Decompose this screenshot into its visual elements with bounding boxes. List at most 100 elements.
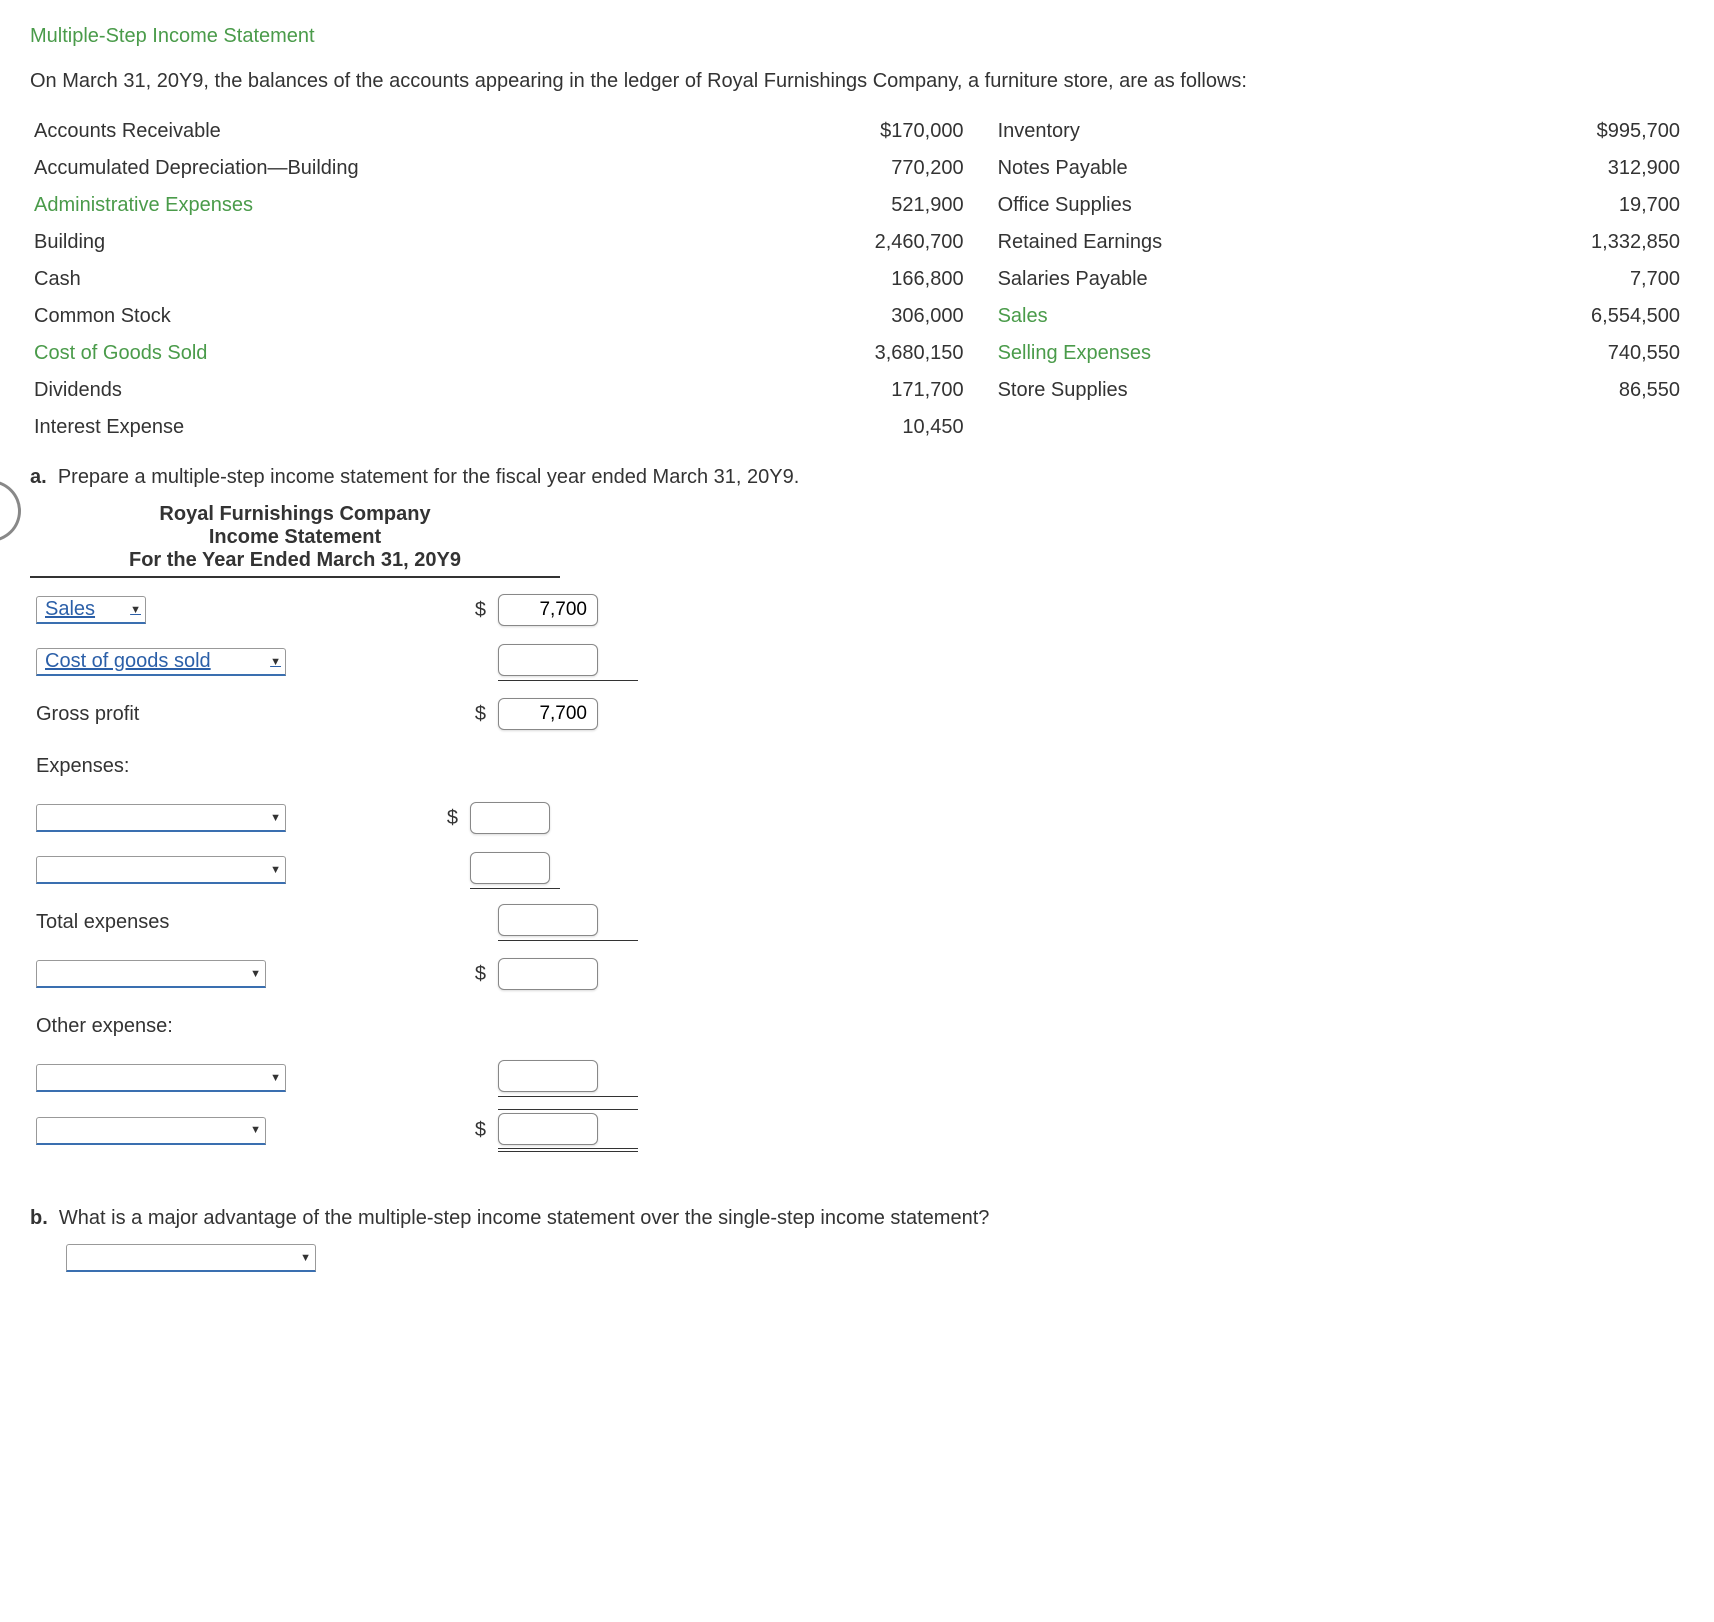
sales-value-input[interactable] [498, 594, 598, 626]
ledger-value: 312,900 [1472, 150, 1684, 187]
partial-circle-shape [0, 480, 21, 542]
total-expenses-label: Total expenses [30, 896, 362, 948]
expense2-value-input[interactable] [470, 852, 550, 884]
ledger-row: Cash166,800Salaries Payable7,700 [30, 261, 1684, 298]
chevron-down-icon: ▼ [244, 968, 261, 980]
ledger-label: Selling Expenses [994, 335, 1472, 372]
chevron-down-icon: ▼ [124, 604, 141, 616]
ledger-label: Accumulated Depreciation—Building [30, 150, 748, 187]
chevron-down-icon: ▼ [264, 812, 281, 824]
ledger-value: 166,800 [748, 261, 993, 298]
ledger-label: Building [30, 224, 748, 261]
ledger-value: 1,332,850 [1472, 224, 1684, 261]
ledger-label: Office Supplies [994, 187, 1472, 224]
ledger-value: 521,900 [748, 187, 993, 224]
row-other-expense-header: Other expense: [30, 1000, 644, 1052]
expenses-label: Expenses: [30, 740, 362, 792]
ledger-table: Accounts Receivable$170,000Inventory$995… [30, 113, 1684, 446]
ledger-row: Building2,460,700Retained Earnings1,332,… [30, 224, 1684, 261]
ledger-row: Accounts Receivable$170,000Inventory$995… [30, 113, 1684, 150]
ledger-value: 770,200 [748, 150, 993, 187]
gross-profit-input[interactable] [498, 698, 598, 730]
ledger-label: Cost of Goods Sold [30, 335, 748, 372]
ledger-value: $995,700 [1472, 113, 1684, 150]
row-final: ▼ $ [30, 1104, 644, 1157]
final-input[interactable] [498, 1113, 598, 1145]
ledger-label: Interest Expense [30, 409, 748, 446]
chevron-down-icon: ▼ [264, 864, 281, 876]
ledger-row: Interest Expense10,450 [30, 409, 1684, 446]
other-expense-dropdown[interactable]: ▼ [36, 1064, 286, 1092]
ledger-label: Notes Payable [994, 150, 1472, 187]
income-statement-form: Sales ▼ $ Cost of goods sold ▼ Gross pro… [30, 584, 644, 1157]
ledger-label: Cash [30, 261, 748, 298]
statement-header: Royal Furnishings Company Income Stateme… [30, 503, 560, 578]
ledger-value: 19,700 [1472, 187, 1684, 224]
ledger-value: 7,700 [1472, 261, 1684, 298]
ledger-label [994, 409, 1472, 446]
sales-dropdown[interactable]: Sales ▼ [36, 596, 146, 624]
qb-marker: b. [30, 1207, 48, 1229]
question-b-dropdown[interactable]: ▼ [66, 1244, 316, 1272]
ledger-row: Common Stock306,000Sales6,554,500 [30, 298, 1684, 335]
expense2-dropdown[interactable]: ▼ [36, 856, 286, 884]
final-dropdown[interactable]: ▼ [36, 1117, 266, 1145]
row-sales: Sales ▼ $ [30, 584, 644, 636]
ledger-row: Dividends171,700Store Supplies86,550 [30, 372, 1684, 409]
ledger-value: $170,000 [748, 113, 993, 150]
ledger-label: Inventory [994, 113, 1472, 150]
chevron-down-icon: ▼ [294, 1252, 311, 1264]
statement-title: Income Statement [30, 526, 560, 549]
row-other-expense-1: ▼ [30, 1052, 644, 1104]
ledger-label: Administrative Expenses [30, 187, 748, 224]
ledger-label: Accounts Receivable [30, 113, 748, 150]
ledger-label: Salaries Payable [994, 261, 1472, 298]
ledger-row: Administrative Expenses521,900Office Sup… [30, 187, 1684, 224]
qa-marker: a. [30, 466, 47, 488]
ledger-value [1472, 409, 1684, 446]
ledger-row: Cost of Goods Sold3,680,150Selling Expen… [30, 335, 1684, 372]
intro-text: On March 31, 20Y9, the balances of the a… [30, 70, 1684, 93]
ledger-value: 3,680,150 [748, 335, 993, 372]
question-a: a. Prepare a multiple-step income statem… [30, 466, 1684, 489]
qa-text: Prepare a multiple-step income statement… [58, 466, 800, 488]
other-expense-label: Other expense: [30, 1000, 362, 1052]
qb-text: What is a major advantage of the multipl… [59, 1207, 989, 1229]
chevron-down-icon: ▼ [264, 656, 281, 668]
chevron-down-icon: ▼ [264, 1072, 281, 1084]
subtotal-dropdown[interactable]: ▼ [36, 960, 266, 988]
subtotal-input[interactable] [498, 958, 598, 990]
ledger-label: Store Supplies [994, 372, 1472, 409]
ledger-label: Retained Earnings [994, 224, 1472, 261]
ledger-value: 306,000 [748, 298, 993, 335]
row-subtotal: ▼ $ [30, 948, 644, 1000]
row-cogs: Cost of goods sold ▼ [30, 636, 644, 688]
question-b: b. What is a major advantage of the mult… [30, 1207, 1684, 1230]
ledger-value: 6,554,500 [1472, 298, 1684, 335]
gross-profit-label: Gross profit [30, 688, 362, 740]
ledger-label: Dividends [30, 372, 748, 409]
row-total-expenses: Total expenses [30, 896, 644, 948]
ledger-row: Accumulated Depreciation—Building770,200… [30, 150, 1684, 187]
row-expenses-header: Expenses: [30, 740, 644, 792]
ledger-value: 86,550 [1472, 372, 1684, 409]
ledger-value: 2,460,700 [748, 224, 993, 261]
row-expense-1: ▼ $ [30, 792, 644, 844]
ledger-value: 171,700 [748, 372, 993, 409]
total-expenses-input[interactable] [498, 904, 598, 936]
cogs-dropdown[interactable]: Cost of goods sold ▼ [36, 648, 286, 676]
other-expense-input[interactable] [498, 1060, 598, 1092]
ledger-value: 10,450 [748, 409, 993, 446]
company-name: Royal Furnishings Company [30, 503, 560, 526]
ledger-label: Sales [994, 298, 1472, 335]
cogs-value-input[interactable] [498, 644, 598, 676]
expense1-value-input[interactable] [470, 802, 550, 834]
chevron-down-icon: ▼ [244, 1124, 261, 1136]
row-gross-profit: Gross profit $ [30, 688, 644, 740]
statement-period: For the Year Ended March 31, 20Y9 [30, 549, 560, 578]
row-expense-2: ▼ [30, 844, 644, 896]
ledger-value: 740,550 [1472, 335, 1684, 372]
expense1-dropdown[interactable]: ▼ [36, 804, 286, 832]
ledger-label: Common Stock [30, 298, 748, 335]
page-title: Multiple-Step Income Statement [30, 25, 1684, 48]
